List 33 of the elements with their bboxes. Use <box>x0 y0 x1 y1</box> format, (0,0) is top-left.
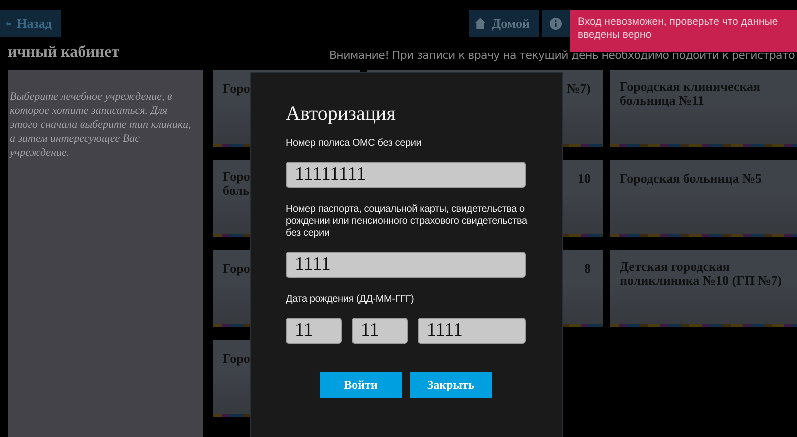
clinic-name: Горо <box>223 82 250 96</box>
month-field[interactable]: 11 <box>352 318 408 344</box>
clinic-name: 10 <box>578 172 591 186</box>
back-button[interactable]: Назад <box>0 10 61 37</box>
field-label: Номер паспорта, социальной карты, свидетельства о рождении или пенсионного страхового свидетельства без серии <box>286 204 528 240</box>
info-icon <box>550 18 562 30</box>
policy-number-field[interactable]: 11111111 <box>286 162 526 188</box>
instruction-text: Выберите лечебное учреждение, в которое хотите записаться. Для этого сначала выберите тип клиники, а затем интересующее Вас учреждение. <box>10 90 192 160</box>
year-field[interactable]: 1111 <box>418 318 526 344</box>
page-title: ичный кабинет <box>8 44 120 62</box>
home-icon <box>475 18 486 29</box>
clinic-name: Городская клиническая больница №11 <box>620 80 761 108</box>
clinic-name: Детская городская поликлиника №10 (ГП №7) <box>620 260 782 288</box>
document-number-field[interactable]: 1111 <box>286 252 526 278</box>
clinic-name: Горо боль <box>223 170 250 198</box>
home-button[interactable]: Домой <box>469 10 539 37</box>
error-message: Вход невозможен, проверьте что данные введены верно <box>578 16 778 41</box>
dialog-title: Авторизация <box>286 103 397 126</box>
clinic-name: 8 <box>584 262 591 276</box>
clinic-name: Горо <box>223 352 250 366</box>
field-label: Дата рождения (ДД-ММ-ГГГ) <box>286 294 416 306</box>
clinic-name: №7) <box>567 82 591 96</box>
day-field[interactable]: 11 <box>286 318 342 344</box>
clinic-name: Горо <box>223 262 250 276</box>
clinic-tile[interactable]: Городская клиническая больница №11 <box>610 70 797 147</box>
info-button[interactable] <box>542 10 570 37</box>
notice-text: Внимание! При записи к врачу на текущий день необходимо подойти к регистрато <box>329 49 795 62</box>
clinic-name: Городская больница №5 <box>620 172 762 186</box>
clinic-tile[interactable]: Городская больница №5 <box>610 160 797 237</box>
login-button[interactable]: Войти <box>320 372 402 398</box>
field-label: Номер полиса ОМС без серии <box>286 138 423 150</box>
close-button[interactable]: Закрыть <box>410 372 492 398</box>
clinic-tile[interactable]: Детская городская поликлиника №10 (ГП №7) <box>610 250 797 327</box>
